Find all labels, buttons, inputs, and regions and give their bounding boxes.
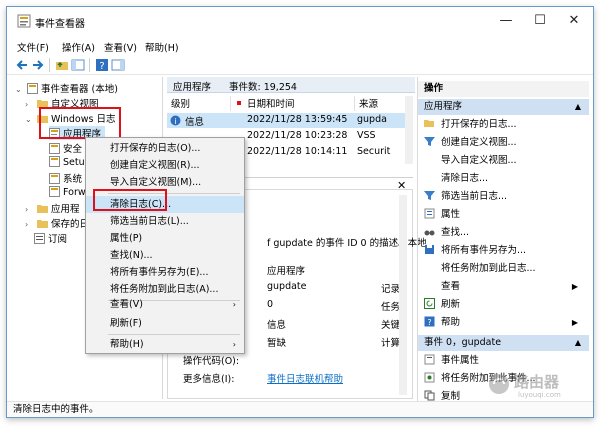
action-save-all-events[interactable]: 将所有事件另存为... — [424, 243, 526, 259]
action-import-custom-view[interactable]: 导入自定义视图... — [424, 153, 517, 169]
watermark-sub: luyouqi.com — [518, 391, 561, 399]
save-icon — [425, 245, 434, 254]
action-filter-current-log[interactable]: 筛选当前日志... — [424, 189, 507, 205]
ctx-open-saved-log[interactable]: 打开保存的日志(O)... — [86, 140, 244, 157]
ctx-refresh[interactable]: 刷新(F) — [86, 315, 244, 332]
opcode-label: 操作代码(O): — [183, 356, 240, 367]
ctx-help[interactable]: 帮助(H) › — [86, 336, 244, 353]
highlight-clear-log — [93, 189, 167, 211]
folder-icon — [37, 205, 49, 213]
watermark-text: 路由器 — [514, 373, 560, 391]
menu-help[interactable]: 帮助(H) — [145, 40, 179, 54]
help-icon: ? — [424, 316, 435, 327]
show-hide-action-pane-icon[interactable] — [111, 58, 125, 72]
svg-text:?: ? — [427, 318, 431, 327]
toolbar: ? — [7, 55, 593, 75]
context-menu: 打开保存的日志(O)... 创建自定义视图(R)... 导入自定义视图(M)..… — [85, 137, 245, 354]
action-create-custom-view[interactable]: 创建自定义视图... — [424, 135, 517, 151]
close-button[interactable]: ✕ — [559, 12, 589, 30]
tree-subscriptions[interactable]: 订阅 — [34, 231, 67, 245]
event-properties-icon — [424, 354, 435, 365]
column-datetime[interactable]: 日期和时间 — [235, 96, 355, 111]
folder-open-icon — [424, 120, 434, 127]
maximize-button[interactable]: ☐ — [525, 12, 555, 30]
filter-icon — [424, 137, 435, 146]
sort-indicator — [237, 101, 241, 105]
svg-text:i: i — [174, 117, 176, 126]
event-row[interactable]: i 信息 2022/11/28 13:59:45 gupda — [167, 113, 407, 128]
tree-saved-logs[interactable]: › 保存的日 — [25, 216, 89, 230]
ctx-view[interactable]: 查看(V) › — [86, 296, 244, 313]
column-level[interactable]: 级别 — [167, 96, 231, 111]
show-hide-tree-icon[interactable] — [71, 58, 85, 72]
tree-forwarded[interactable]: Forw — [49, 186, 86, 200]
filter-icon — [424, 191, 435, 200]
tree-setup[interactable]: Setu — [49, 156, 85, 170]
action-event-properties[interactable]: 事件属性 — [424, 353, 479, 369]
ctx-create-custom-view[interactable]: 创建自定义视图(R)... — [86, 157, 244, 174]
log-icon — [49, 156, 60, 167]
info-icon: i — [170, 115, 181, 126]
menu-action[interactable]: 操作(A) — [62, 40, 95, 54]
window-title: 事件查看器 — [35, 19, 85, 30]
ctx-properties[interactable]: 属性(P) — [86, 230, 244, 247]
back-arrow-icon[interactable] — [15, 58, 29, 72]
tree-security[interactable]: 安全 — [49, 141, 82, 155]
ctx-find[interactable]: 查找(N)... — [86, 247, 244, 264]
ctx-save-all-events[interactable]: 将所有事件另存为(E)... — [86, 264, 244, 281]
help-icon[interactable]: ? — [95, 58, 109, 72]
action-find[interactable]: 查找... — [424, 225, 469, 241]
log-icon — [49, 143, 60, 154]
status-bar: 清除日志中的事件。 — [7, 401, 593, 417]
event-viewer-app-icon — [17, 14, 31, 28]
submenu-arrow-icon: › — [232, 300, 236, 309]
menu-bar: 文件(F) 操作(A) 查看(V) 帮助(H) — [7, 37, 593, 55]
action-view[interactable]: 查看 ▶ — [424, 279, 584, 295]
tree-root[interactable]: ⌄ 事件查看器 (本地) — [15, 81, 118, 95]
action-refresh[interactable]: 刷新 — [424, 297, 460, 313]
actions-section-application[interactable]: 应用程序 ▲ — [418, 99, 589, 115]
svg-text:?: ? — [99, 61, 104, 72]
title-bar: 事件查看器 — ☐ ✕ — [7, 7, 593, 35]
action-open-saved-log[interactable]: 打开保存的日志... — [424, 117, 517, 133]
online-help-link[interactable]: 事件日志联机帮助 — [267, 371, 343, 385]
more-info-label: 更多信息(I): — [183, 374, 235, 385]
watermark-logo: 路由器 luyouqi.com — [488, 369, 588, 405]
action-attach-task[interactable]: 将任务附加到此日志... — [424, 261, 536, 277]
binoculars-icon — [424, 230, 435, 236]
highlight-windows-logs — [39, 107, 121, 139]
forward-arrow-icon[interactable] — [31, 58, 45, 72]
menu-view[interactable]: 查看(V) — [104, 40, 137, 54]
copy-icon — [424, 390, 435, 401]
folder-icon — [37, 220, 49, 228]
log-icon — [49, 173, 60, 184]
log-header-count: 事件数: 19,254 — [229, 82, 297, 93]
action-help[interactable]: ? 帮助 ▶ — [424, 315, 584, 331]
submenu-arrow-icon: › — [232, 340, 236, 349]
action-properties[interactable]: 属性 — [424, 207, 460, 223]
event-list-scrollbar[interactable] — [405, 96, 413, 164]
actions-title: 操作 — [418, 81, 589, 97]
refresh-icon — [424, 298, 435, 309]
tree-system[interactable]: 系统 — [49, 171, 82, 185]
log-header: 应用程序 事件数: 19,254 — [167, 77, 415, 93]
task-icon — [424, 372, 435, 383]
menu-file[interactable]: 文件(F) — [17, 40, 49, 54]
event-viewer-window: 事件查看器 — ☐ ✕ 文件(F) 操作(A) 查看(V) 帮助(H) ? ⌄ … — [6, 6, 594, 418]
router-logo-icon — [489, 374, 509, 394]
ctx-filter-current-log[interactable]: 筛选当前日志(L)... — [86, 213, 244, 230]
properties-icon — [424, 208, 435, 219]
column-source[interactable]: 来源 — [355, 96, 407, 111]
subscriptions-icon — [34, 233, 45, 244]
actions-section-event[interactable]: 事件 0，gupdate ▲ — [418, 335, 589, 351]
minimize-button[interactable]: — — [491, 12, 521, 30]
action-clear-log[interactable]: 清除日志... — [424, 171, 488, 187]
detail-scrollbar[interactable] — [399, 195, 407, 395]
tree-apps-services[interactable]: › 应用程 — [25, 201, 80, 215]
up-folder-icon[interactable] — [55, 58, 69, 72]
actions-pane: 操作 应用程序 ▲ 打开保存的日志... 创建自定义视图... 导入自定义视图.… — [417, 77, 589, 407]
log-icon — [49, 186, 60, 197]
event-viewer-icon — [27, 83, 39, 94]
log-header-name: 应用程序 — [173, 82, 212, 93]
